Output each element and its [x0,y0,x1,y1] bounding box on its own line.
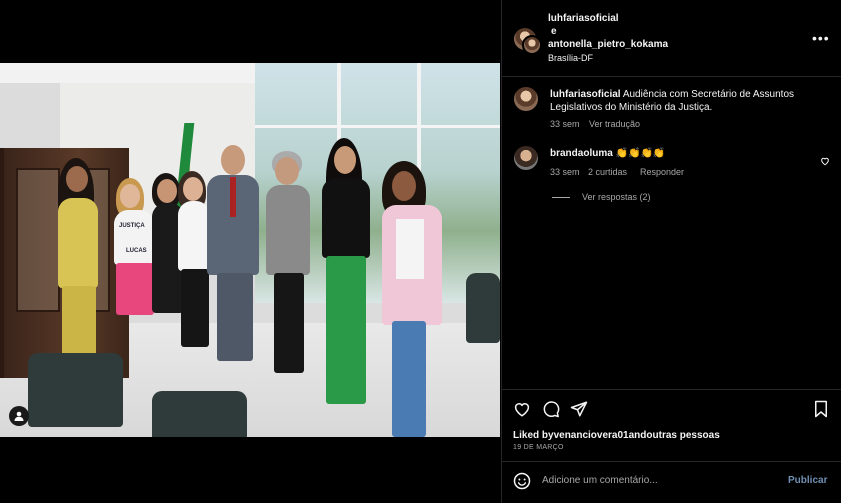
comment-like-icon[interactable] [820,153,830,171]
coauthor-conjunction: e [551,26,557,37]
coauthor-username[interactable]: antonella_pietro_kokama [548,39,668,50]
publish-button[interactable]: Publicar [788,475,827,486]
location[interactable]: Brasília-DF [548,53,593,63]
office-chair-1 [28,353,123,427]
bookmark-icon[interactable] [813,400,829,423]
office-chair-2 [152,391,247,437]
coauthor-avatar[interactable] [522,35,542,55]
comment-username[interactable]: brandaoluma [550,148,613,159]
caption-text-1: Audiência com Secretário de Assuntos [622,89,795,100]
post-date[interactable]: 19 DE MARÇO [513,444,564,451]
liked-by-text[interactable]: Liked byvenanciovera01andoutras pessoas [513,430,720,441]
comment-input[interactable]: Adicione um comentário... [542,475,658,486]
actions-divider [502,389,841,390]
view-replies-button[interactable]: Ver respostas (2) [582,192,651,202]
comment-avatar[interactable] [514,146,538,170]
comment-icon[interactable] [542,400,560,423]
caption-text-2: Legislativos do Ministério da Justiça. [550,102,713,113]
office-chair-3 [466,273,500,343]
caption-time[interactable]: 33 sem [550,119,580,129]
translate-link[interactable]: Ver tradução [589,119,640,129]
user-tag-icon[interactable] [9,406,29,426]
comment-time[interactable]: 33 sem [550,167,580,177]
caption-username[interactable]: luhfariasoficial [550,89,621,100]
heart-icon[interactable] [513,400,531,423]
post-photo[interactable]: JUSTIÇA LUCAS [0,63,500,437]
emoji-icon[interactable] [513,472,531,495]
post-sidebar: luhfariasoficial e antonella_pietro_koka… [501,0,841,503]
replies-divider [552,197,570,198]
comment-box-divider [502,461,841,462]
comment-line: brandaoluma 👏👏👏👏 [550,147,665,160]
share-icon[interactable] [570,400,588,423]
comment-text: 👏👏👏👏 [615,148,666,159]
shirt-text-2: LUCAS [126,248,147,254]
shirt-text-1: JUSTIÇA [119,223,145,229]
author-username[interactable]: luhfariasoficial [548,13,619,24]
caption-avatar[interactable] [514,87,538,111]
post-header: luhfariasoficial e antonella_pietro_koka… [502,0,841,77]
comment-likes[interactable]: 2 curtidas [588,167,627,177]
caption-line-1: luhfariasoficial Audiência com Secretári… [550,88,794,101]
more-options-icon[interactable]: ••• [812,30,830,46]
reply-button[interactable]: Responder [640,167,684,177]
